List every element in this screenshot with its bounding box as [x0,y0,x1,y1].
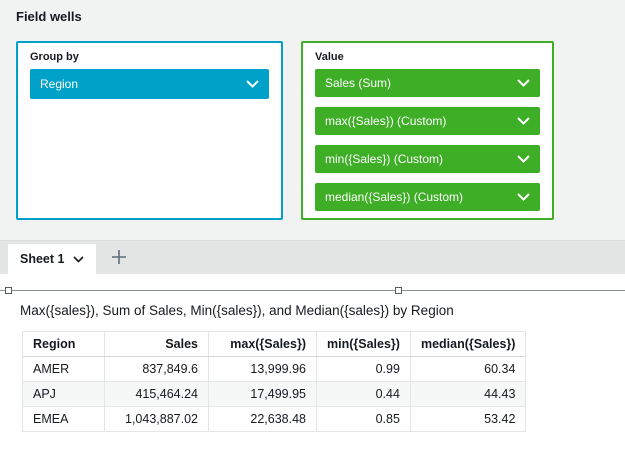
cell-region: EMEA [23,407,105,432]
field-pill-label: Sales (Sum) [325,76,391,90]
value-well: Value Sales (Sum) max({Sales}) (Custom) … [301,41,554,220]
cell-sales: 415,464.24 [105,382,209,407]
field-pill-region[interactable]: Region [30,69,269,99]
column-header-min-sales[interactable]: min({Sales}) [317,332,411,357]
cell-region: AMER [23,357,105,382]
cell-region: APJ [23,382,105,407]
resize-handle[interactable] [5,287,12,294]
field-pill-median-sales[interactable]: median({Sales}) (Custom) [315,183,540,211]
add-sheet-button[interactable] [104,244,134,274]
field-pill-label: median({Sales}) (Custom) [325,190,463,204]
cell-sales: 1,043,887.02 [105,407,209,432]
group-by-label: Group by [30,51,269,63]
field-pill-max-sales[interactable]: max({Sales}) (Custom) [315,107,540,135]
cell-min-sales: 0.99 [317,357,411,382]
tab-sheet-1[interactable]: Sheet 1 [8,244,96,274]
group-by-well: Group by Region [16,41,283,220]
field-pill-min-sales[interactable]: min({Sales}) (Custom) [315,145,540,173]
column-header-median-sales[interactable]: median({Sales}) [410,332,525,357]
value-label: Value [315,51,540,63]
plus-icon [111,249,127,270]
value-pill-stack: Sales (Sum) max({Sales}) (Custom) min({S… [315,69,540,211]
table-row: EMEA 1,043,887.02 22,638.48 0.85 53.42 [23,407,526,432]
chevron-down-icon [246,80,259,88]
cell-max-sales: 22,638.48 [209,407,317,432]
chevron-down-icon [517,193,530,201]
resize-handle[interactable] [395,287,402,294]
cell-median-sales: 53.42 [410,407,525,432]
cell-max-sales: 13,999.96 [209,357,317,382]
table-row: APJ 415,464.24 17,499.95 0.44 44.43 [23,382,526,407]
field-pill-label: Region [40,77,78,91]
table-row: AMER 837,849.6 13,999.96 0.99 60.34 [23,357,526,382]
field-wells-panel: Field wells Group by Region Value Sales … [0,0,625,240]
column-header-region[interactable]: Region [23,332,105,357]
column-header-sales[interactable]: Sales [105,332,209,357]
column-header-max-sales[interactable]: max({Sales}) [209,332,317,357]
sheet-tab-label: Sheet 1 [20,252,64,266]
cell-sales: 837,849.6 [105,357,209,382]
table-visual: Region Sales max({Sales}) min({Sales}) m… [22,331,526,432]
cell-min-sales: 0.85 [317,407,411,432]
field-pill-label: min({Sales}) (Custom) [325,152,443,166]
cell-median-sales: 44.43 [410,382,525,407]
cell-median-sales: 60.34 [410,357,525,382]
sheet-canvas: Max({sales}), Sum of Sales, Min({sales})… [0,274,625,474]
visual-selection-border [0,290,625,291]
chevron-down-icon [517,155,530,163]
sheet-tab-bar: Sheet 1 [0,240,625,274]
table-header-row: Region Sales max({Sales}) min({Sales}) m… [23,332,526,357]
field-pill-sales-sum[interactable]: Sales (Sum) [315,69,540,97]
cell-min-sales: 0.44 [317,382,411,407]
cell-max-sales: 17,499.95 [209,382,317,407]
chevron-down-icon [517,79,530,87]
chevron-down-icon [73,256,84,263]
chevron-down-icon [517,117,530,125]
visual-title: Max({sales}), Sum of Sales, Min({sales})… [20,303,454,318]
field-wells-title: Field wells [16,9,82,24]
field-pill-label: max({Sales}) (Custom) [325,114,446,128]
